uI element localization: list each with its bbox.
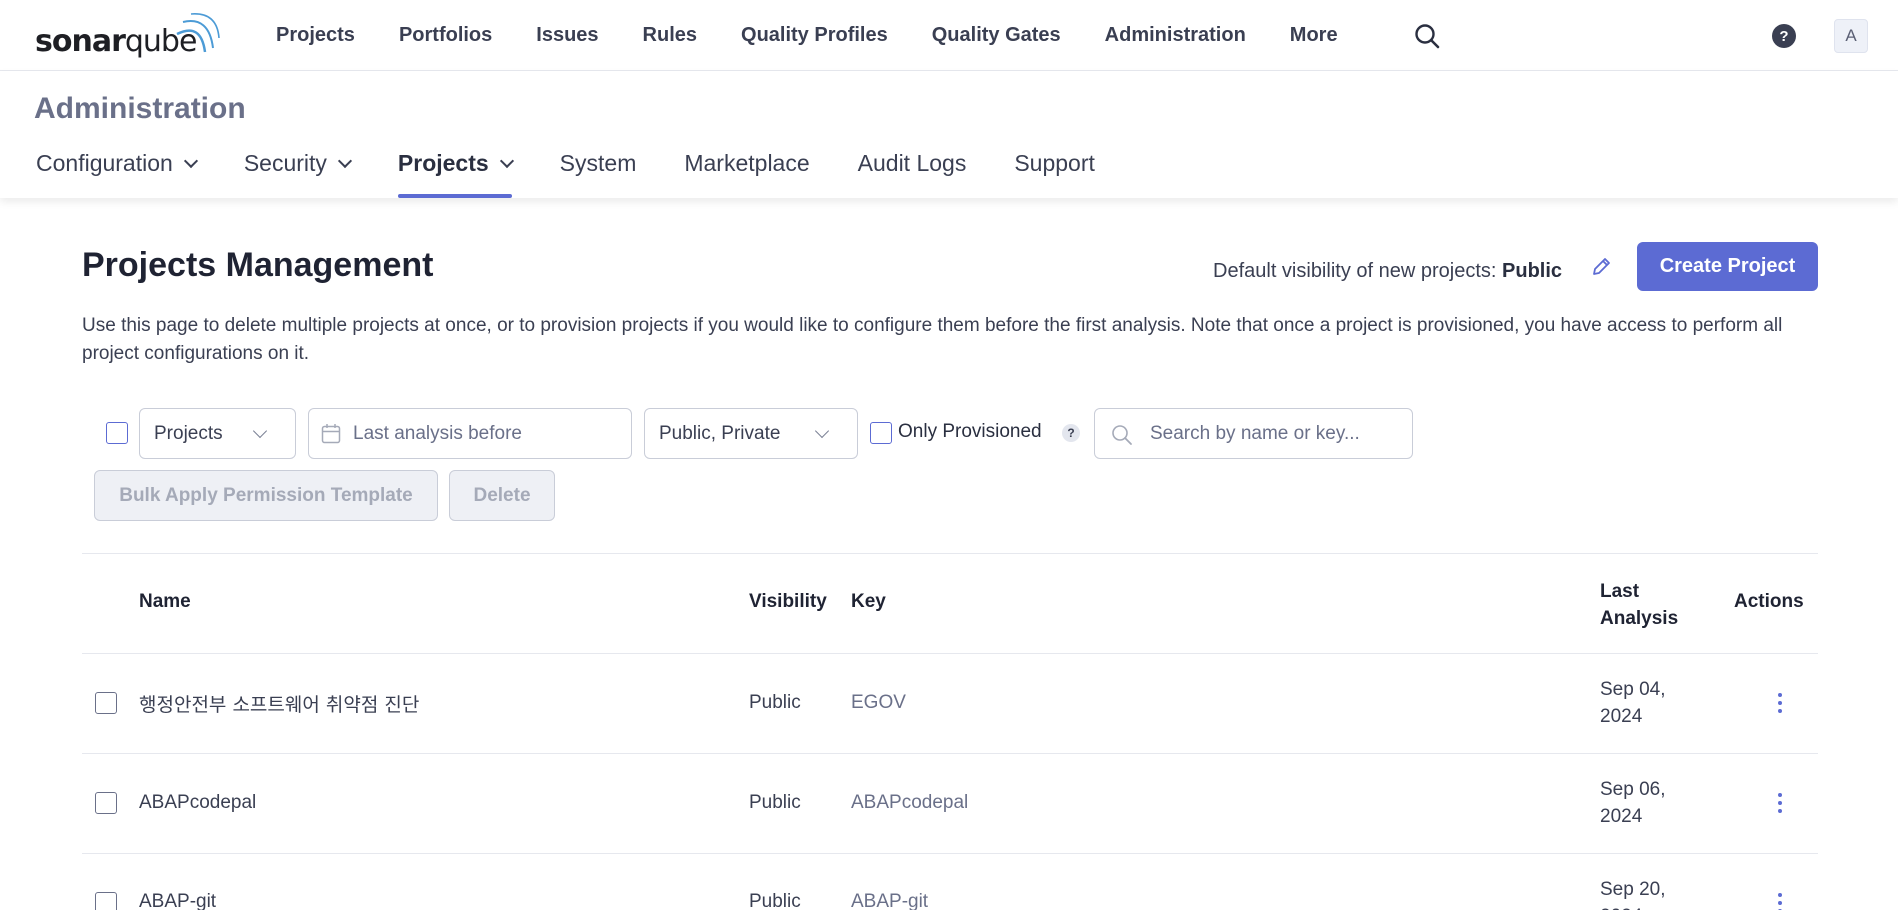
- row-checkbox[interactable]: [95, 892, 117, 910]
- project-last-analysis: Sep 20, 2024: [1600, 876, 1666, 910]
- column-header-visibility: Visibility: [749, 591, 827, 612]
- project-last-analysis: Sep 04, 2024: [1600, 676, 1666, 730]
- main-nav: Projects Portfolios Issues Rules Quality…: [254, 0, 1360, 70]
- delete-button[interactable]: Delete: [449, 470, 555, 521]
- last-analysis-line-1: Sep 06,: [1600, 779, 1666, 800]
- column-header-key: Key: [851, 591, 886, 612]
- top-navigation-bar: sonarqube Projects Portfolios Issues Rul…: [0, 0, 1898, 71]
- logo-waves-icon: [176, 13, 220, 53]
- tab-marketplace[interactable]: Marketplace: [684, 143, 809, 198]
- tab-system-label: System: [559, 150, 637, 176]
- tab-security-label: Security: [243, 150, 327, 176]
- page-description: Use this page to delete multiple project…: [82, 315, 1783, 364]
- tab-marketplace-label: Marketplace: [684, 150, 810, 176]
- tab-audit-logs-label: Audit Logs: [857, 150, 967, 176]
- column-header-last-analysis: Last Analysis: [1600, 578, 1678, 632]
- nav-portfolios[interactable]: Portfolios: [377, 24, 514, 47]
- row-checkbox[interactable]: [95, 692, 117, 714]
- tab-projects[interactable]: Projects: [397, 143, 514, 198]
- last-analysis-line-2: 2024: [1600, 806, 1643, 827]
- row-checkbox[interactable]: [95, 792, 117, 814]
- default-visibility-label: Default visibility of new projects:: [1213, 260, 1497, 282]
- tab-security[interactable]: Security: [243, 143, 352, 198]
- calendar-icon: [321, 424, 341, 444]
- project-name: 행정안전부 소프트웨어 취약점 진단: [139, 694, 420, 716]
- search-placeholder: Search by name or key...: [1150, 423, 1360, 444]
- pencil-icon[interactable]: [1590, 256, 1612, 278]
- logo-text-bold: sonar: [35, 24, 126, 59]
- last-analysis-header-line-2: Analysis: [1600, 608, 1679, 629]
- column-header-actions: Actions: [1734, 591, 1804, 612]
- nav-quality-profiles[interactable]: Quality Profiles: [719, 24, 910, 47]
- page-title: Projects Management: [82, 246, 434, 284]
- search-icon: [1112, 425, 1132, 445]
- help-icon[interactable]: ?: [1772, 24, 1796, 48]
- last-analysis-line-1: Sep 04,: [1600, 679, 1666, 700]
- last-analysis-line-1: Sep 20,: [1600, 879, 1666, 900]
- project-last-analysis: Sep 06, 2024: [1600, 776, 1666, 830]
- column-header-name: Name: [139, 591, 191, 612]
- nav-more[interactable]: More: [1268, 24, 1360, 47]
- table-row-divider: [82, 853, 1818, 854]
- sonarqube-logo[interactable]: sonarqube: [35, 12, 220, 59]
- only-provisioned-checkbox[interactable]: [870, 422, 892, 444]
- more-actions-icon[interactable]: [1770, 790, 1790, 816]
- last-analysis-line-2: 2024: [1600, 706, 1643, 727]
- nav-rules[interactable]: Rules: [621, 24, 719, 47]
- date-input-placeholder: Last analysis before: [353, 423, 522, 444]
- admin-tabs: Configuration Security Projects System M…: [36, 143, 1143, 198]
- project-key: ABAP-git: [851, 891, 929, 910]
- tab-support-label: Support: [1014, 150, 1095, 176]
- qualifier-select[interactable]: Projects: [139, 408, 296, 459]
- project-key: EGOV: [851, 692, 906, 713]
- select-all-checkbox[interactable]: [106, 422, 128, 444]
- more-actions-icon[interactable]: [1770, 690, 1790, 716]
- create-project-button[interactable]: Create Project: [1637, 242, 1818, 291]
- nav-projects[interactable]: Projects: [254, 24, 377, 47]
- nav-administration[interactable]: Administration: [1083, 24, 1268, 47]
- project-name: ABAPcodepal: [139, 792, 257, 813]
- last-analysis-header-line-1: Last: [1600, 581, 1640, 602]
- tab-system[interactable]: System: [560, 143, 637, 198]
- search-icon[interactable]: [1413, 22, 1441, 50]
- admin-title: Administration: [34, 92, 246, 125]
- qualifier-select-value: Projects: [154, 422, 223, 444]
- only-provisioned-label[interactable]: Only Provisioned: [898, 421, 1042, 443]
- chevron-down-icon: [814, 423, 830, 439]
- project-visibility: Public: [749, 891, 801, 910]
- chevron-down-icon: [252, 423, 268, 439]
- tab-projects-label: Projects: [397, 150, 489, 176]
- project-key: ABAPcodepal: [851, 792, 969, 813]
- nav-issues[interactable]: Issues: [514, 24, 620, 47]
- default-visibility-text: Default visibility of new projects: Publ…: [1213, 260, 1562, 283]
- tab-audit-logs[interactable]: Audit Logs: [858, 143, 967, 198]
- chevron-down-icon: [337, 153, 352, 169]
- visibility-select-value: Public, Private: [659, 422, 781, 444]
- admin-header: Administration Configuration Security Pr…: [0, 71, 1898, 198]
- nav-quality-gates[interactable]: Quality Gates: [910, 24, 1083, 47]
- default-visibility-value: Public: [1502, 260, 1563, 282]
- tab-configuration[interactable]: Configuration: [36, 143, 198, 198]
- search-input[interactable]: Search by name or key...: [1094, 408, 1413, 459]
- table-row-divider: [82, 653, 1818, 654]
- project-visibility: Public: [749, 692, 801, 713]
- table-divider: [82, 553, 1818, 554]
- visibility-select[interactable]: Public, Private: [644, 408, 858, 459]
- last-analysis-date-input[interactable]: Last analysis before: [308, 408, 632, 459]
- bulk-apply-permission-template-button[interactable]: Bulk Apply Permission Template: [94, 470, 438, 521]
- last-analysis-line-2: 2024: [1600, 903, 1666, 910]
- more-actions-icon[interactable]: [1770, 890, 1790, 910]
- table-row-divider: [82, 753, 1818, 754]
- user-avatar[interactable]: A: [1834, 19, 1868, 53]
- chevron-down-icon: [183, 153, 198, 169]
- project-visibility: Public: [749, 792, 801, 813]
- tab-support[interactable]: Support: [1014, 143, 1095, 198]
- tab-configuration-label: Configuration: [36, 150, 173, 176]
- project-name: ABAP-git: [139, 891, 217, 910]
- help-icon[interactable]: ?: [1062, 424, 1080, 442]
- chevron-down-icon: [499, 153, 514, 169]
